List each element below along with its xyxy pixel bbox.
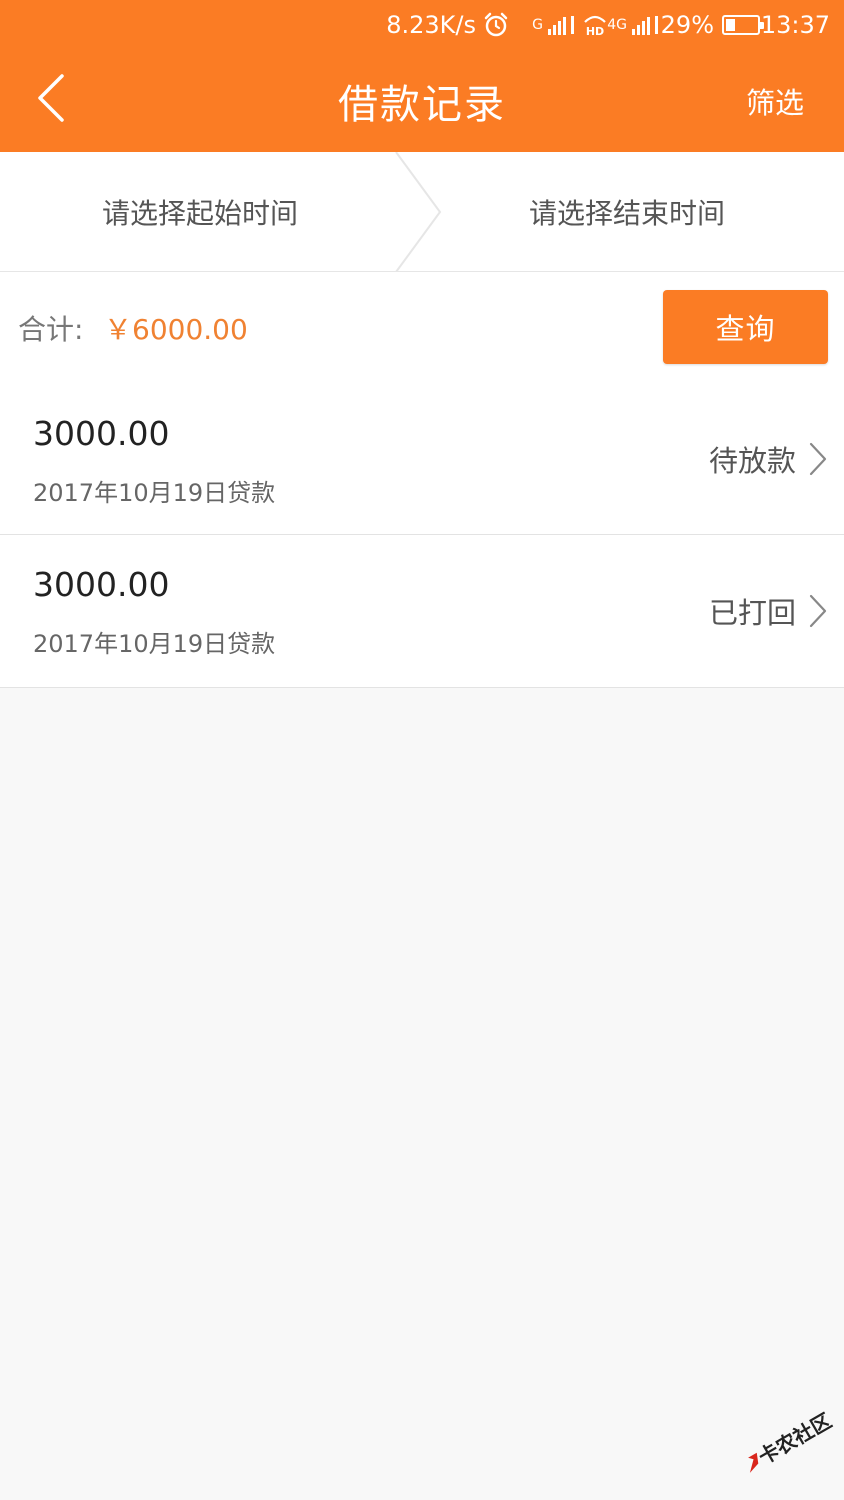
record-amount: 3000.00 [33,414,170,453]
record-date: 2017年10月19日贷款 [33,479,276,507]
nav-bar: 借款记录 筛选 [0,50,844,152]
clock: 13:37 [760,11,830,39]
start-date-picker[interactable]: 请选择起始时间 [0,152,440,272]
loan-record-list: 3000.00 2017年10月19日贷款 待放款 3000.00 2017年1… [0,384,844,688]
alarm-icon [482,0,510,50]
sim1-network-label: G [532,17,543,33]
total-label: 合计: [18,313,84,346]
record-date: 2017年10月19日贷款 [33,630,276,658]
chevron-right-icon [809,594,827,628]
total-amount: ￥6000.00 [104,313,248,346]
sim2-signal-icon: 4G [607,0,658,50]
battery-percent: 29% [660,11,714,39]
battery-icon [722,0,764,50]
end-date-placeholder: 请选择结束时间 [528,197,725,230]
end-date-picker[interactable]: 请选择结束时间 [440,152,844,272]
page-title: 借款记录 [338,82,506,128]
sim2-network-label: 4G [607,17,627,33]
query-button[interactable]: 查询 [663,290,828,364]
network-speed: 8.23K/s [386,11,476,39]
date-range-bar: 请选择起始时间 请选择结束时间 [0,152,844,272]
record-status: 待放款 [708,444,796,478]
watermark-logo: 卡农社区 [748,1408,834,1473]
record-status: 已打回 [708,596,796,630]
status-bar: 8.23K/s G HD 4G 29% 13:37 [0,0,844,50]
hd-label: HD [586,25,604,38]
record-amount: 3000.00 [33,565,170,604]
start-date-placeholder: 请选择起始时间 [101,197,298,230]
watermark-text: 卡农社区 [754,1408,834,1469]
arrow-divider-icon [395,152,442,272]
summary-row: 合计: ￥6000.00 查询 [0,272,844,384]
sim1-signal-icon: G [532,0,574,50]
filter-button[interactable]: 筛选 [746,50,804,152]
loan-record-item[interactable]: 3000.00 2017年10月19日贷款 已打回 [0,535,844,688]
loan-record-item[interactable]: 3000.00 2017年10月19日贷款 待放款 [0,384,844,535]
header: 8.23K/s G HD 4G 29% 13:37 借款记录 筛选 [0,0,844,152]
chevron-right-icon [809,442,827,476]
hd-voice-icon: HD [582,0,608,50]
